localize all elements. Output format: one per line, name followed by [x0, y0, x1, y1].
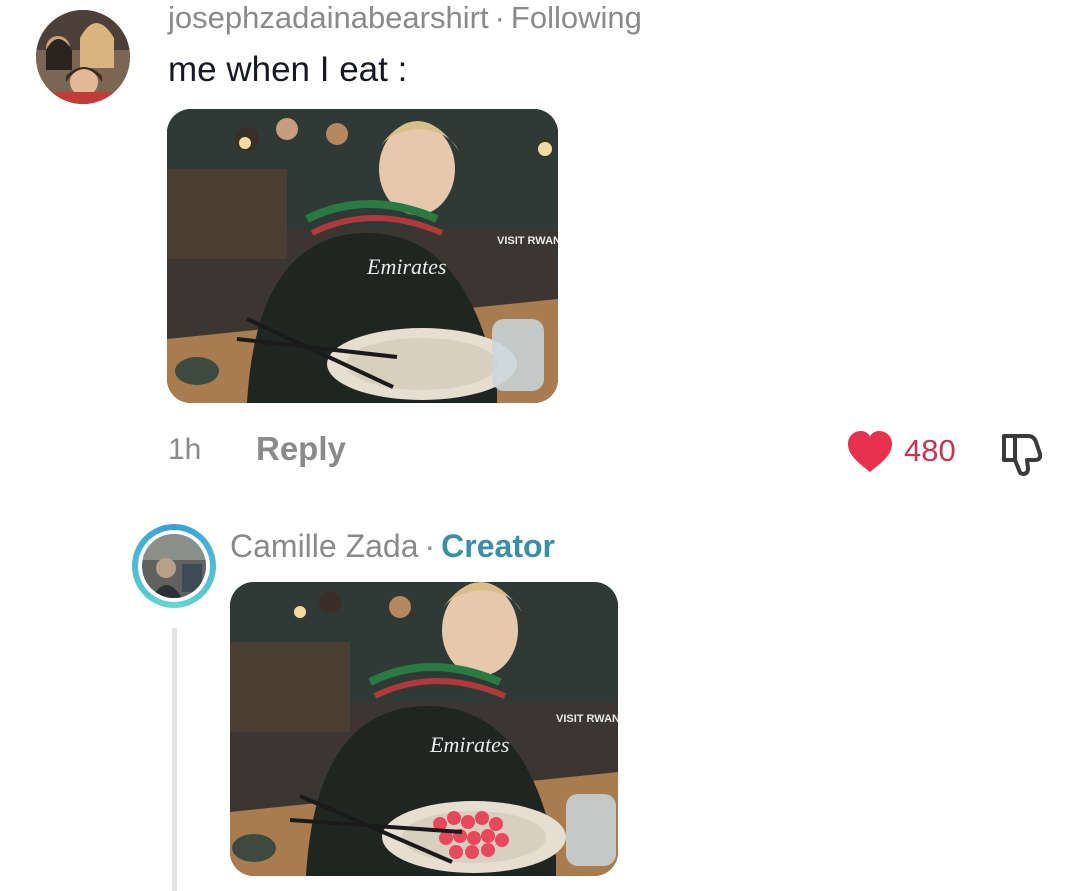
creator-username[interactable]: Camille Zada	[230, 528, 419, 564]
reply-header: Camille Zada · Creator	[230, 524, 555, 568]
thumbs-down-icon[interactable]	[998, 430, 1046, 476]
comment-photo[interactable]: Emirates VISIT RWANDA	[167, 109, 558, 403]
jersey-sponsor-text: Emirates	[366, 254, 446, 279]
like-count: 480	[904, 433, 956, 468]
separator-dot: ·	[424, 528, 436, 564]
thread-line	[172, 628, 177, 891]
heart-icon[interactable]	[846, 430, 894, 474]
reply-photo[interactable]: Emirates VISIT RWANDA	[230, 582, 618, 876]
comment-text: me when I eat :	[168, 50, 408, 89]
jersey-sleeve-text: VISIT RWANDA	[556, 713, 618, 725]
creator-badge: Creator	[441, 528, 555, 564]
separator-dot: ·	[494, 0, 505, 35]
jersey-sleeve-text: VISIT RWANDA	[497, 235, 558, 247]
commenter-avatar[interactable]	[36, 10, 130, 104]
comment-timestamp: 1h	[168, 433, 202, 466]
reply-button[interactable]: Reply	[256, 430, 346, 468]
creator-avatar[interactable]	[132, 524, 216, 608]
commenter-username[interactable]: josephzadainabearshirt	[168, 0, 489, 35]
comment-header: josephzadainabearshirt · Following	[168, 0, 642, 40]
jersey-sponsor-text: Emirates	[429, 732, 509, 757]
follow-status: Following	[510, 0, 642, 35]
